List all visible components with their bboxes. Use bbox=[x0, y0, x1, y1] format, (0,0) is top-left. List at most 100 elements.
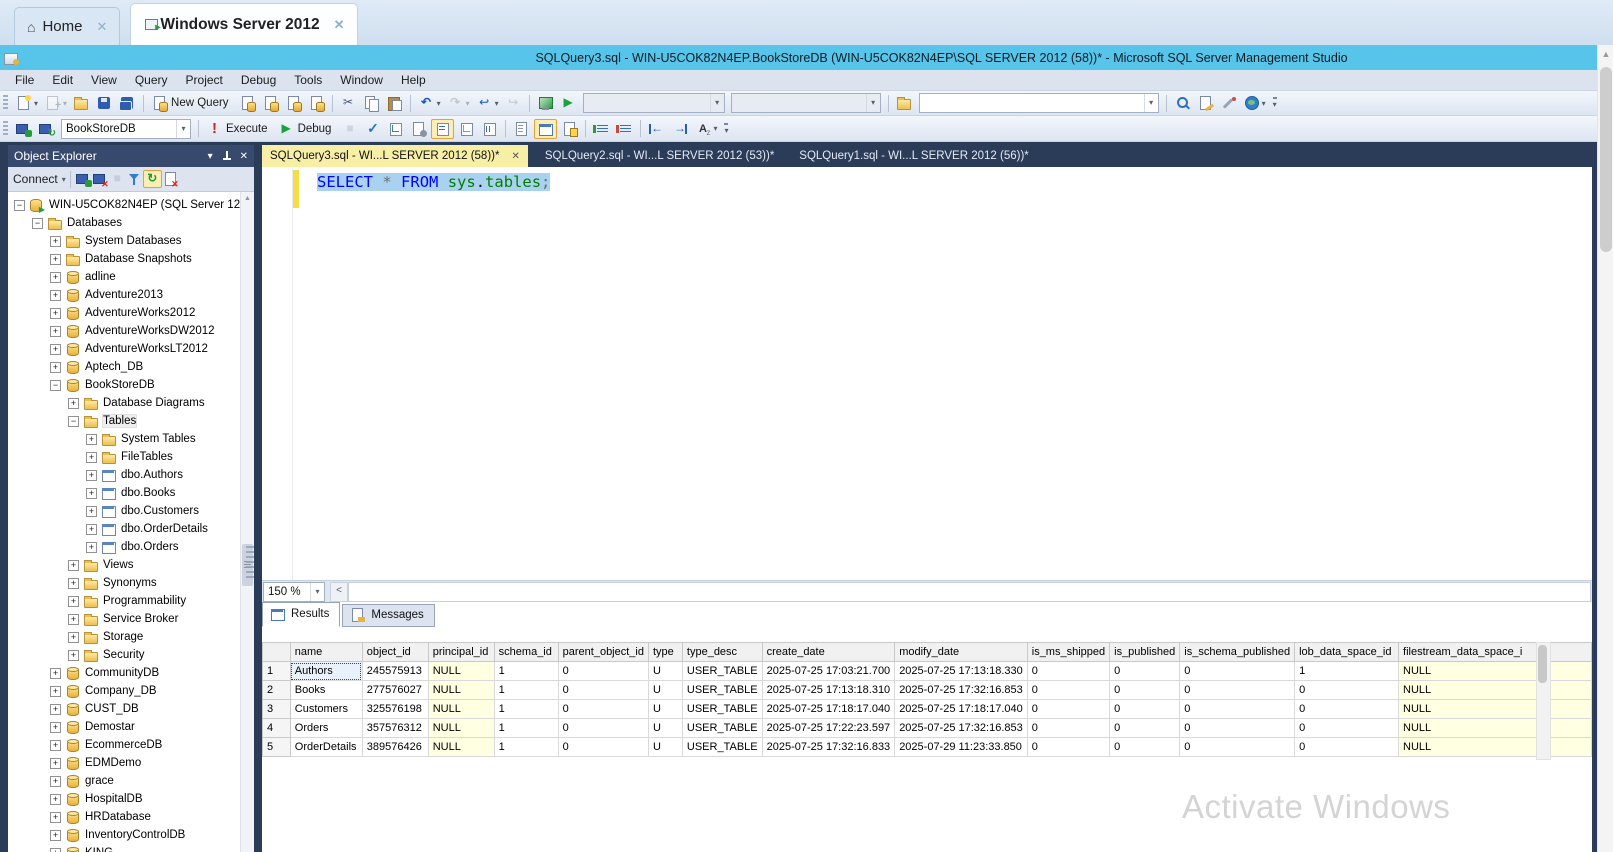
save-all-button[interactable] bbox=[117, 94, 138, 112]
sql-toolbar-overflow-icon[interactable]: ▾ bbox=[724, 122, 729, 135]
cell-modify-date-row4[interactable]: 2025-07-25 17:32:16.853 bbox=[894, 718, 1028, 738]
expander-icon[interactable]: + bbox=[86, 433, 97, 445]
browser-tab-windows-server-2012[interactable]: Windows Server 2012 ✕ bbox=[130, 3, 358, 45]
analysis-xmla-query-button[interactable] bbox=[306, 94, 327, 112]
decrease-indent-button[interactable] bbox=[646, 120, 667, 138]
panel-splitter-grip[interactable] bbox=[246, 546, 254, 580]
toolbar-grip[interactable] bbox=[3, 95, 8, 111]
navigate-backward-dropdown-icon[interactable]: ▾ bbox=[495, 99, 499, 108]
menu-window[interactable]: Window bbox=[331, 71, 392, 89]
cell-type-desc-row2[interactable]: USER_TABLE bbox=[681, 680, 763, 700]
column-header-is-published[interactable]: is_published bbox=[1109, 642, 1181, 662]
expander-icon[interactable]: + bbox=[50, 703, 61, 715]
cell-create-date-row2[interactable]: 2025-07-25 17:13:18.310 bbox=[761, 680, 896, 700]
tab-messages[interactable]: Messages bbox=[342, 604, 435, 627]
cell-is-published-row4[interactable]: 0 bbox=[1109, 718, 1181, 738]
column-header-parent-object-id[interactable]: parent_object_id bbox=[557, 642, 649, 662]
tree-item-synonyms[interactable]: + Synonyms bbox=[8, 574, 254, 592]
available-databases-dropdown-icon[interactable]: ▾ bbox=[176, 119, 190, 138]
cell-filestream-data-space-i-row5[interactable]: NULL bbox=[1398, 737, 1592, 757]
cell-is-published-row2[interactable]: 0 bbox=[1109, 680, 1181, 700]
new-query-button[interactable]: New Query bbox=[149, 94, 235, 112]
column-header-principal-id[interactable]: principal_id bbox=[427, 642, 495, 662]
tree-item-storage[interactable]: + Storage bbox=[8, 628, 254, 646]
menu-file[interactable]: File bbox=[6, 71, 43, 89]
start-button[interactable] bbox=[558, 94, 579, 112]
standard-toolbar-overflow-icon[interactable]: ▾ bbox=[1272, 97, 1277, 109]
tree-item-dbo-books[interactable]: + dbo.Books bbox=[8, 484, 254, 502]
close-icon[interactable]: ✕ bbox=[240, 151, 248, 162]
tree-item-ecommercedb[interactable]: + EcommerceDB bbox=[8, 736, 254, 754]
tree-item-database-diagrams[interactable]: + Database Diagrams bbox=[8, 394, 254, 412]
cell-type-row5[interactable]: U bbox=[647, 737, 683, 757]
cell-rownum-row4[interactable]: 4 bbox=[262, 718, 291, 738]
close-icon[interactable]: ✕ bbox=[96, 19, 107, 35]
new-document-dropdown-icon[interactable]: ▾ bbox=[34, 99, 38, 108]
tree-item-adventure2013[interactable]: + Adventure2013 bbox=[8, 286, 254, 304]
cell-schema-id-row4[interactable]: 1 bbox=[493, 718, 559, 738]
cell-lob-data-space-id-row5[interactable]: 0 bbox=[1294, 737, 1400, 757]
expander-icon[interactable]: + bbox=[50, 325, 61, 337]
tree-item-bookstoredb[interactable]: − BookStoreDB bbox=[8, 376, 254, 394]
page-scrollbar[interactable]: ▲ bbox=[1597, 45, 1613, 852]
tree-item-adventureworksdw2012[interactable]: + AdventureWorksDW2012 bbox=[8, 322, 254, 340]
analysis-dmx-query-button[interactable] bbox=[283, 94, 304, 112]
expander-icon[interactable]: + bbox=[86, 541, 97, 553]
tree-item-hrdatabase[interactable]: + HRDatabase bbox=[8, 808, 254, 826]
web-browser-dropdown-icon[interactable]: ▾ bbox=[1262, 99, 1266, 108]
tree-item-filetables[interactable]: + FileTables bbox=[8, 448, 254, 466]
browser-tab-home[interactable]: ⌂ Home ✕ bbox=[14, 7, 121, 45]
cell-filestream-data-space-i-row1[interactable]: NULL bbox=[1398, 661, 1592, 681]
expander-icon[interactable]: + bbox=[68, 631, 79, 643]
cell-is-published-row1[interactable]: 0 bbox=[1109, 661, 1181, 681]
cell-type-row1[interactable]: U bbox=[647, 661, 683, 681]
cell-name-row2[interactable]: Books bbox=[289, 680, 363, 700]
column-header-name[interactable]: name bbox=[289, 642, 363, 662]
tree-item-demostar[interactable]: + Demostar bbox=[8, 718, 254, 736]
cell-name-row1[interactable]: Authors bbox=[289, 661, 363, 681]
window-position-icon[interactable]: ▾ bbox=[208, 151, 213, 162]
tree-item-service-broker[interactable]: + Service Broker bbox=[8, 610, 254, 628]
expander-icon[interactable]: + bbox=[50, 271, 61, 283]
tree-item-grace[interactable]: + grace bbox=[8, 772, 254, 790]
cell-object-id-row1[interactable]: 245575913 bbox=[361, 661, 429, 681]
cell-is-ms-shipped-row1[interactable]: 0 bbox=[1026, 661, 1111, 681]
expander-icon[interactable]: + bbox=[50, 739, 61, 751]
connect-button[interactable]: Connect bbox=[13, 172, 58, 186]
expander-icon[interactable]: + bbox=[68, 613, 79, 625]
cell-name-row3[interactable]: Customers bbox=[289, 699, 363, 719]
menu-debug[interactable]: Debug bbox=[232, 71, 285, 89]
new-document-button[interactable]: ▾ bbox=[13, 94, 40, 112]
expander-icon[interactable]: + bbox=[50, 235, 61, 247]
pin-icon[interactable] bbox=[222, 150, 231, 162]
comment-out-selected-lines-button[interactable] bbox=[591, 120, 612, 138]
tree-item-tables[interactable]: − Tables bbox=[8, 412, 254, 430]
cell-type-desc-row3[interactable]: USER_TABLE bbox=[681, 699, 763, 719]
tree-item-views[interactable]: + Views bbox=[8, 556, 254, 574]
cell-is-ms-shipped-row3[interactable]: 0 bbox=[1026, 699, 1111, 719]
cell-schema-id-row5[interactable]: 1 bbox=[493, 737, 559, 757]
column-header-is-schema-published[interactable]: is_schema_published bbox=[1179, 642, 1296, 662]
tree-item-adventureworks2012[interactable]: + AdventureWorks2012 bbox=[8, 304, 254, 322]
cell-type-desc-row1[interactable]: USER_TABLE bbox=[681, 661, 763, 681]
cell-object-id-row5[interactable]: 389576426 bbox=[361, 737, 429, 757]
tools-options-button[interactable] bbox=[1218, 94, 1239, 112]
column-header-is-ms-shipped[interactable]: is_ms_shipped bbox=[1026, 642, 1111, 662]
activity-monitor-button[interactable] bbox=[535, 94, 556, 112]
column-header-type[interactable]: type bbox=[647, 642, 683, 662]
expander-icon[interactable]: + bbox=[68, 649, 79, 661]
column-header-type-desc[interactable]: type_desc bbox=[681, 642, 763, 662]
expander-icon[interactable]: − bbox=[14, 199, 25, 211]
cell-filestream-data-space-i-row2[interactable]: NULL bbox=[1398, 680, 1592, 700]
cell-object-id-row2[interactable]: 277576027 bbox=[361, 680, 429, 700]
menu-query[interactable]: Query bbox=[126, 71, 177, 89]
tab-results[interactable]: Results bbox=[262, 602, 341, 627]
expander-icon[interactable]: + bbox=[86, 469, 97, 481]
zoom-dropdown-icon[interactable]: ▾ bbox=[310, 583, 324, 601]
scroll-up-icon[interactable]: ▲ bbox=[241, 192, 254, 202]
column-header-lob-data-space-id[interactable]: lob_data_space_id bbox=[1294, 642, 1400, 662]
hscroll-left-icon[interactable]: < bbox=[330, 582, 348, 602]
tree-item-communitydb[interactable]: + CommunityDB bbox=[8, 664, 254, 682]
tree-scrollbar[interactable]: ▲ bbox=[240, 192, 254, 852]
menu-help[interactable]: Help bbox=[392, 71, 435, 89]
